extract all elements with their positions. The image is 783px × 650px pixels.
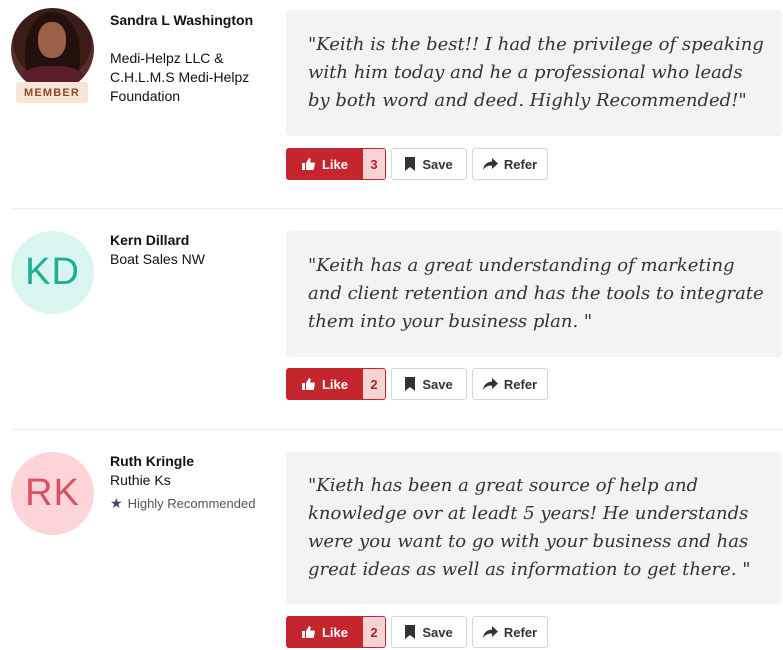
like-label: Like xyxy=(321,376,348,392)
member-badge: MEMBER xyxy=(16,82,88,103)
share-arrow-icon xyxy=(482,626,498,638)
share-arrow-icon xyxy=(482,158,498,170)
like-label: Like xyxy=(321,156,348,172)
save-label: Save xyxy=(422,624,453,640)
like-count: 2 xyxy=(363,617,385,647)
review-card: MEMBER Sandra L Washington Medi-Helpz LL… xyxy=(0,0,783,208)
bookmark-icon xyxy=(405,625,416,639)
review-actions: Like 2 Save Refer xyxy=(286,616,548,648)
refer-label: Refer xyxy=(503,376,538,392)
refer-label: Refer xyxy=(503,624,538,640)
avatar-initials: RK xyxy=(25,472,80,514)
save-label: Save xyxy=(422,156,453,172)
review-card: RK Ruth Kringle Ruthie Ks ★ Highly Recom… xyxy=(0,430,783,650)
refer-button[interactable]: Refer xyxy=(472,616,548,648)
testimonial-quote: "Kieth has been a great source of help a… xyxy=(308,475,751,580)
star-icon: ★ xyxy=(110,495,123,511)
testimonial-quote: "Keith is the best!! I had the privilege… xyxy=(308,34,764,111)
reviewer-company: Boat Sales NW xyxy=(110,251,205,267)
testimonial-quote-box: "Keith has a great understanding of mark… xyxy=(286,231,782,357)
avatar[interactable]: RK xyxy=(11,452,94,535)
testimonial-quote-box: "Kieth has been a great source of help a… xyxy=(286,452,782,604)
reviewer-name[interactable]: Kern Dillard xyxy=(110,231,275,250)
bookmark-icon xyxy=(405,377,416,391)
share-arrow-icon xyxy=(482,378,498,390)
thumbs-up-icon xyxy=(301,626,315,638)
reviewer-name[interactable]: Ruth Kringle xyxy=(110,452,275,471)
thumbs-up-icon xyxy=(301,158,315,170)
avatar[interactable]: KD xyxy=(11,231,94,314)
refer-label: Refer xyxy=(503,156,538,172)
reviewer-company: Ruthie Ks xyxy=(110,472,171,488)
like-count: 3 xyxy=(363,149,385,179)
testimonial-quote-box: "Keith is the best!! I had the privilege… xyxy=(286,10,782,136)
refer-button[interactable]: Refer xyxy=(472,368,548,400)
reviewer-company: Medi-Helpz LLC & C.H.L.M.S Medi-Helpz Fo… xyxy=(110,50,250,104)
save-label: Save xyxy=(422,376,453,392)
like-button[interactable]: Like 2 xyxy=(286,368,386,400)
review-actions: Like 3 Save Refer xyxy=(286,148,548,180)
like-count: 2 xyxy=(363,369,385,399)
save-button[interactable]: Save xyxy=(391,368,467,400)
like-label: Like xyxy=(321,624,348,640)
refer-button[interactable]: Refer xyxy=(472,148,548,180)
save-button[interactable]: Save xyxy=(391,616,467,648)
review-actions: Like 2 Save Refer xyxy=(286,368,548,400)
reviewer-name[interactable]: Sandra L Washington xyxy=(110,11,275,30)
review-card: KD Kern Dillard Boat Sales NW "Keith has… xyxy=(0,209,783,429)
status-label: Highly Recommended xyxy=(127,496,256,511)
like-button[interactable]: Like 2 xyxy=(286,616,386,648)
testimonial-quote: "Keith has a great understanding of mark… xyxy=(308,255,764,332)
bookmark-icon xyxy=(405,157,416,171)
avatar-initials: KD xyxy=(25,251,80,293)
thumbs-up-icon xyxy=(301,378,315,390)
recommendation-status: ★ Highly Recommended xyxy=(110,495,255,512)
avatar[interactable] xyxy=(11,8,94,91)
like-button[interactable]: Like 3 xyxy=(286,148,386,180)
save-button[interactable]: Save xyxy=(391,148,467,180)
